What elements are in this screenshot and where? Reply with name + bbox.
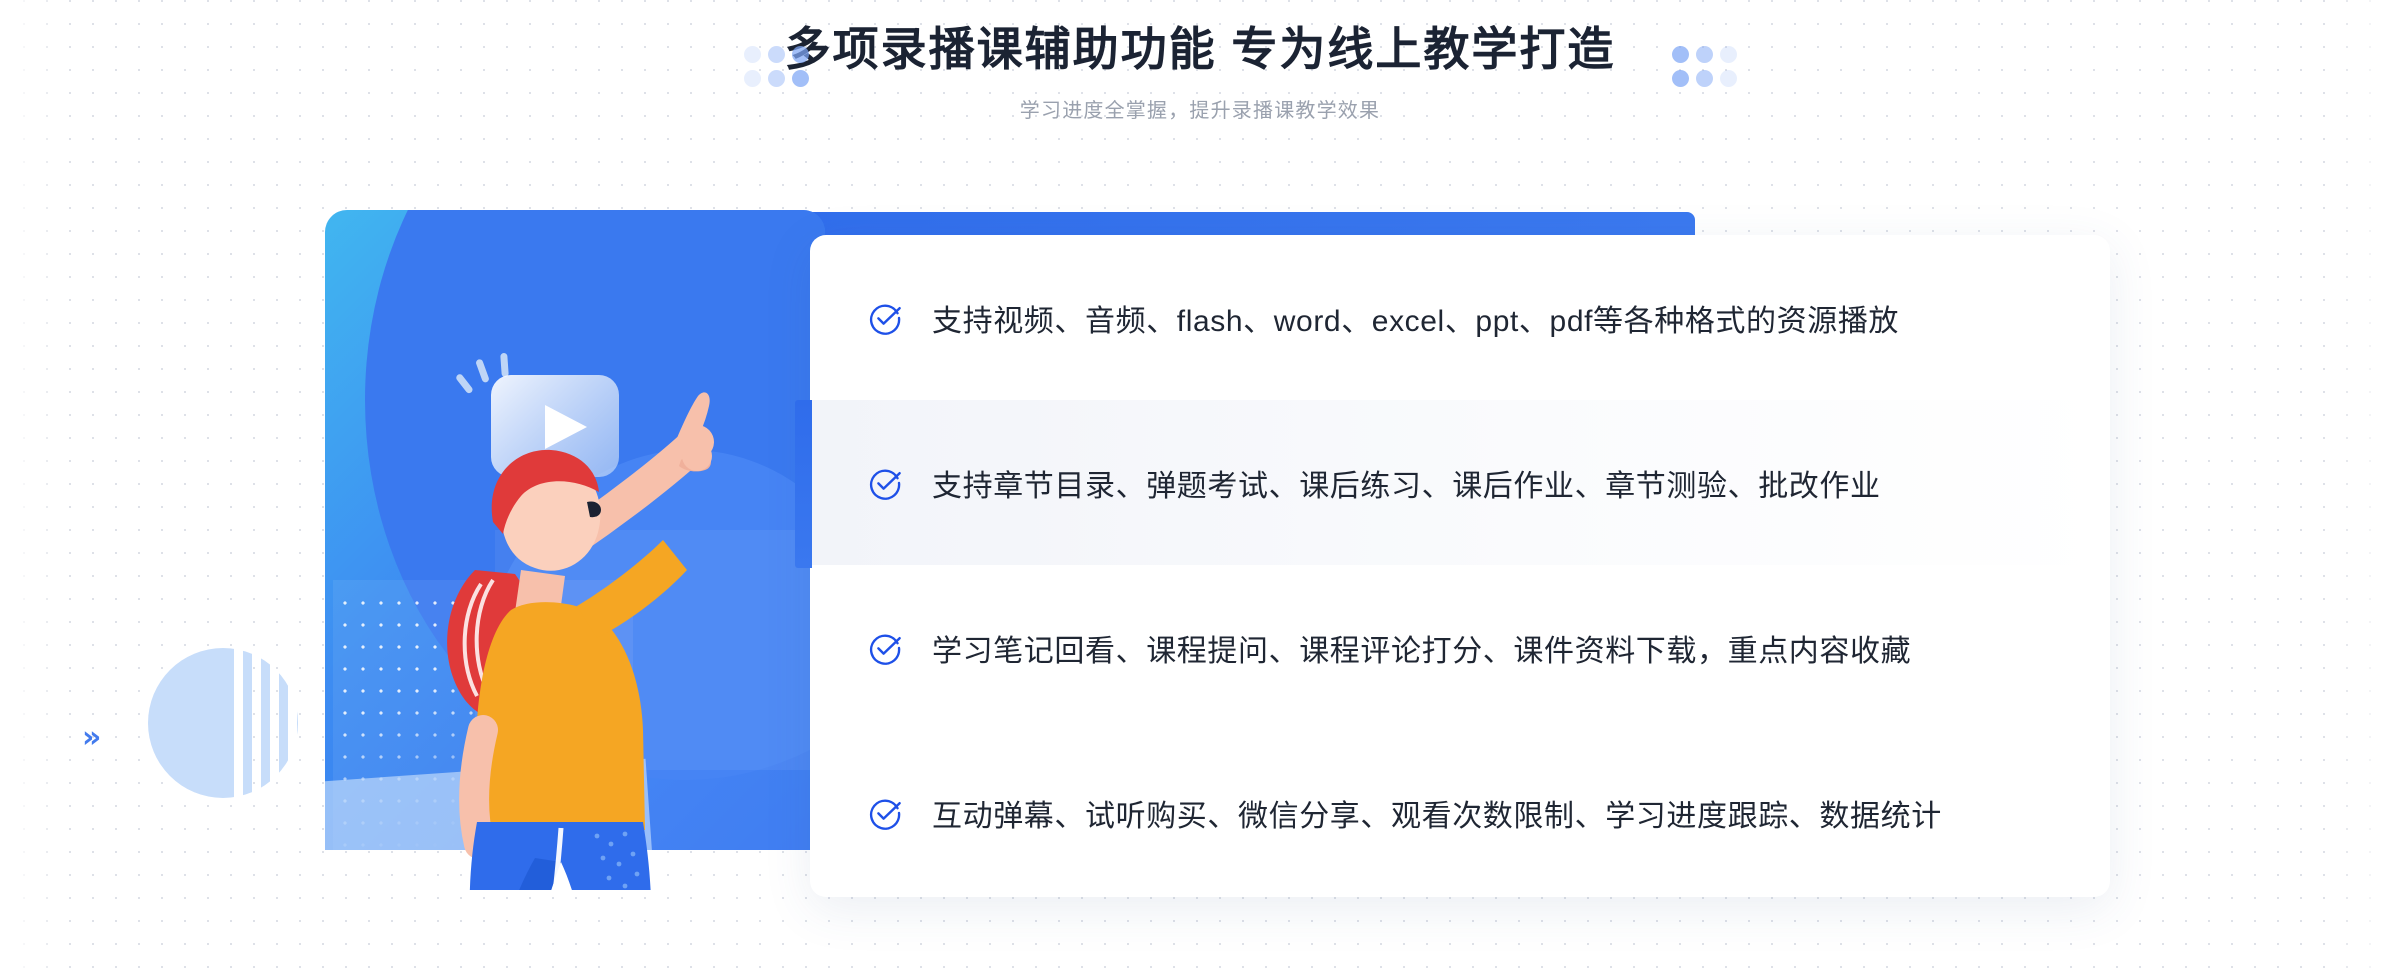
illustration-panel: « [325, 210, 825, 890]
decorative-dot [1672, 46, 1689, 63]
decorative-dots-left [744, 46, 812, 90]
decorative-dot [1672, 70, 1689, 87]
decorative-dot [744, 46, 761, 63]
background-fade-left [0, 0, 70, 974]
background-fade-right [2330, 0, 2400, 974]
header: 多项录播课辅助功能 专为线上教学打造 学习进度全掌握，提升录播课教学效果 [0, 18, 2400, 123]
feature-row-active[interactable]: 支持章节目录、弹题考试、课后练习、课后作业、章节测验、批改作业 [810, 400, 2110, 565]
chevron-right-double-icon: » [82, 720, 102, 755]
decorative-dot [1720, 70, 1737, 87]
feature-rows: 支持视频、音频、flash、word、excel、ppt、pdf等各种格式的资源… [810, 235, 2110, 897]
decorative-dot [1720, 46, 1737, 63]
check-circle-icon [869, 304, 901, 335]
feature-list-card: 支持视频、音频、flash、word、excel、ppt、pdf等各种格式的资源… [810, 235, 2110, 897]
feature-text: 学习笔记回看、课程提问、课程评论打分、课件资料下载，重点内容收藏 [932, 634, 1912, 668]
decorative-dot [792, 46, 809, 63]
striped-circle-decoration [148, 648, 298, 798]
decorative-dot [1696, 70, 1713, 87]
feature-text: 支持章节目录、弹题考试、课后练习、课后作业、章节测验、批改作业 [932, 469, 1881, 503]
feature-row[interactable]: 学习笔记回看、课程提问、课程评论打分、课件资料下载，重点内容收藏 [810, 565, 2110, 730]
decorative-dot [744, 70, 761, 87]
feature-row[interactable]: 支持视频、音频、flash、word、excel、ppt、pdf等各种格式的资源… [810, 235, 2110, 400]
check-circle-icon [869, 634, 901, 665]
decorative-dot [1696, 46, 1713, 63]
decorative-dots-right [1672, 46, 1740, 90]
active-row-accent-bar [795, 400, 812, 568]
page-title: 多项录播课辅助功能 专为线上教学打造 [784, 23, 1616, 75]
decorative-dot [768, 46, 785, 63]
check-circle-icon [869, 469, 901, 500]
feature-text: 支持视频、音频、flash、word、excel、ppt、pdf等各种格式的资源… [932, 304, 1900, 338]
decorative-dot [792, 70, 809, 87]
feature-row[interactable]: 互动弹幕、试听购买、微信分享、观看次数限制、学习进度跟踪、数据统计 [810, 730, 2110, 895]
check-circle-icon [869, 799, 901, 830]
student-character-illustration [447, 392, 714, 890]
page-subtitle: 学习进度全掌握，提升录播课教学效果 [1019, 100, 1381, 123]
decorative-dot [768, 70, 785, 87]
feature-text: 互动弹幕、试听购买、微信分享、观看次数限制、学习进度跟踪、数据统计 [932, 799, 1942, 833]
